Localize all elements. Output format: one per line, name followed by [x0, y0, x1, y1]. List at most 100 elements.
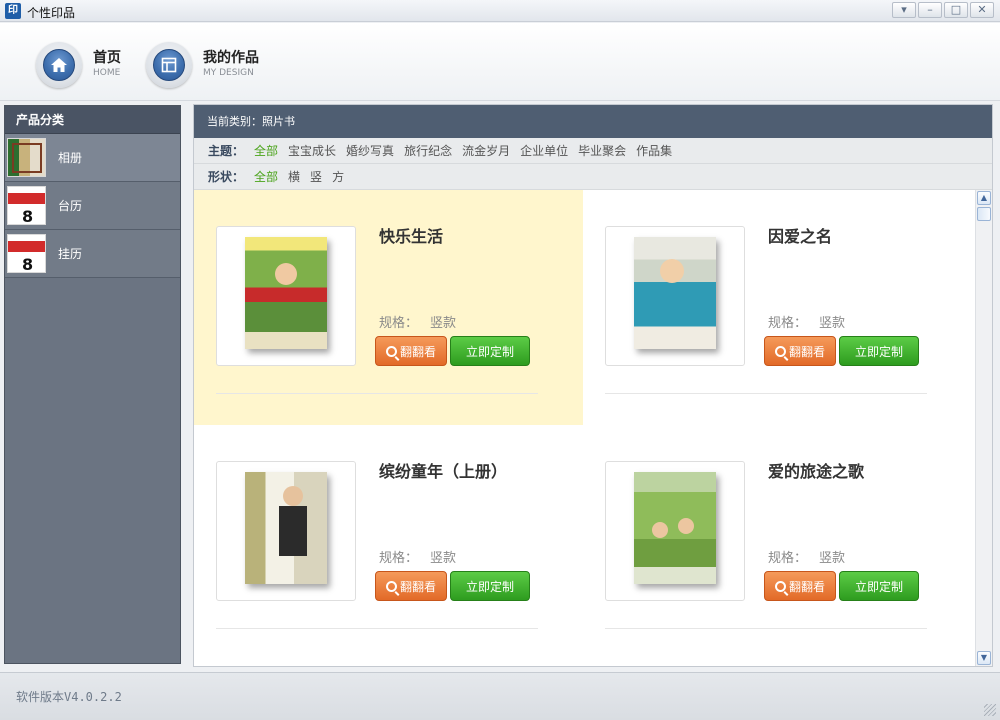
- nav-design-sublabel: MY DESIGN: [203, 67, 254, 78]
- nav-home-sublabel: HOME: [93, 67, 121, 78]
- product-spec: 规格： 竖款: [379, 312, 456, 331]
- resize-grip-icon[interactable]: [984, 704, 996, 716]
- sidebar-title: 产品分类: [5, 106, 180, 134]
- home-icon: [43, 49, 75, 81]
- layout-icon-frame: [146, 42, 192, 88]
- flip-preview-button[interactable]: 翻翻看: [375, 571, 447, 601]
- product-grid: 快乐生活 规格： 竖款 翻翻看 立即定制 因爱之名 规格： 竖款 翻翻看 立即定…: [194, 190, 974, 666]
- vertical-scrollbar[interactable]: ▲ ▼: [975, 190, 992, 666]
- scroll-up-icon[interactable]: ▲: [977, 191, 991, 205]
- divider: [216, 393, 538, 394]
- theme-option[interactable]: 全部: [254, 142, 278, 159]
- app-icon: 印: [5, 3, 21, 19]
- product-spec: 规格： 竖款: [768, 312, 845, 331]
- scroll-down-icon[interactable]: ▼: [977, 651, 991, 665]
- flip-preview-button[interactable]: 翻翻看: [764, 571, 836, 601]
- menu-dropdown-button[interactable]: ▾: [892, 2, 916, 18]
- nav-my-design[interactable]: 我的作品 MY DESIGN: [146, 42, 259, 88]
- book-cover-image[interactable]: [634, 472, 716, 584]
- sidebar-item-label: 相册: [58, 151, 83, 165]
- cover-frame: [605, 226, 745, 366]
- scroll-thumb[interactable]: [977, 207, 991, 221]
- book-cover-image[interactable]: [245, 472, 327, 584]
- shape-filter-title: 形状：: [208, 170, 245, 184]
- magnifier-icon: [385, 345, 397, 357]
- product-card[interactable]: 爱的旅途之歌 规格： 竖款 翻翻看 立即定制: [583, 425, 972, 660]
- spec-value: 竖款: [430, 551, 457, 566]
- product-panel: 当前类别：照片书 主题： 全部 宝宝成长 婚纱写真 旅行纪念 流金岁月 企业单位…: [193, 104, 993, 667]
- customize-now-button[interactable]: 立即定制: [839, 336, 919, 366]
- spec-value: 竖款: [430, 316, 457, 331]
- category-sidebar: 产品分类 相册 8 台历 8 挂历: [4, 105, 181, 664]
- magnifier-icon: [774, 345, 786, 357]
- magnifier-icon: [385, 580, 397, 592]
- shape-option[interactable]: 方: [332, 168, 344, 185]
- wall-calendar-thumbnail: 8: [7, 234, 46, 273]
- nav-design-label: 我的作品: [203, 50, 259, 67]
- theme-option[interactable]: 旅行纪念: [404, 142, 452, 159]
- product-card[interactable]: 缤纷童年（上册） 规格： 竖款 翻翻看 立即定制: [194, 425, 583, 660]
- flip-preview-button[interactable]: 翻翻看: [764, 336, 836, 366]
- theme-option[interactable]: 流金岁月: [462, 142, 510, 159]
- window-title: 个性印品: [27, 6, 76, 20]
- product-card[interactable]: 快乐生活 规格： 竖款 翻翻看 立即定制: [194, 190, 583, 425]
- spec-value: 竖款: [819, 316, 846, 331]
- spec-label: 规格：: [379, 316, 419, 331]
- customize-now-button[interactable]: 立即定制: [839, 571, 919, 601]
- software-version: 软件版本V4.0.2.2: [16, 690, 122, 704]
- flip-label: 翻翻看: [399, 344, 436, 359]
- book-cover-image[interactable]: [634, 237, 716, 349]
- sidebar-item-label: 台历: [58, 199, 83, 213]
- theme-option[interactable]: 毕业聚会: [578, 142, 626, 159]
- flip-label: 翻翻看: [788, 344, 825, 359]
- close-button[interactable]: ✕: [970, 2, 994, 18]
- theme-filter-title: 主题：: [208, 144, 245, 158]
- divider: [605, 628, 927, 629]
- spec-label: 规格：: [379, 551, 419, 566]
- product-card[interactable]: 因爱之名 规格： 竖款 翻翻看 立即定制: [583, 190, 972, 425]
- shape-option[interactable]: 全部: [254, 168, 278, 185]
- product-title: 快乐生活: [379, 227, 444, 246]
- shape-filter: 形状： 全部 横 竖 方: [194, 164, 992, 190]
- book-cover-image[interactable]: [245, 237, 327, 349]
- product-spec: 规格： 竖款: [379, 547, 456, 566]
- layout-icon: [153, 49, 185, 81]
- flip-preview-button[interactable]: 翻翻看: [375, 336, 447, 366]
- nav-home-label: 首页: [93, 50, 121, 67]
- theme-option[interactable]: 作品集: [636, 142, 672, 159]
- theme-option[interactable]: 宝宝成长: [288, 142, 336, 159]
- title-bar: 印 个性印品 ▾ – □ ✕: [0, 0, 1000, 22]
- divider: [216, 628, 538, 629]
- shape-option[interactable]: 横: [288, 168, 300, 185]
- home-icon-frame: [36, 42, 82, 88]
- shape-option[interactable]: 竖: [310, 168, 322, 185]
- divider: [605, 393, 927, 394]
- desk-calendar-thumbnail: 8: [7, 186, 46, 225]
- sidebar-item-label: 挂历: [58, 247, 83, 261]
- customize-now-button[interactable]: 立即定制: [450, 571, 530, 601]
- minimize-button[interactable]: –: [918, 2, 942, 18]
- flip-label: 翻翻看: [788, 579, 825, 594]
- nav-home[interactable]: 首页 HOME: [36, 42, 121, 88]
- sidebar-item-wall-calendar[interactable]: 8 挂历: [5, 230, 180, 278]
- theme-option[interactable]: 婚纱写真: [346, 142, 394, 159]
- magnifier-icon: [774, 580, 786, 592]
- product-title: 因爱之名: [768, 227, 833, 246]
- customize-now-button[interactable]: 立即定制: [450, 336, 530, 366]
- cover-frame: [216, 461, 356, 601]
- spec-value: 竖款: [819, 551, 846, 566]
- sidebar-item-album[interactable]: 相册: [5, 134, 180, 182]
- top-navigation: 首页 HOME 我的作品 MY DESIGN: [0, 23, 1000, 101]
- sidebar-item-desk-calendar[interactable]: 8 台历: [5, 182, 180, 230]
- product-title: 爱的旅途之歌: [768, 462, 865, 481]
- maximize-button[interactable]: □: [944, 2, 968, 18]
- status-bar: 软件版本V4.0.2.2: [0, 672, 1000, 720]
- spec-label: 规格：: [768, 316, 808, 331]
- theme-option[interactable]: 企业单位: [520, 142, 568, 159]
- window-controls: ▾ – □ ✕: [892, 2, 994, 18]
- current-category: 当前类别：照片书: [194, 105, 992, 138]
- flip-label: 翻翻看: [399, 579, 436, 594]
- cover-frame: [216, 226, 356, 366]
- theme-filter: 主题： 全部 宝宝成长 婚纱写真 旅行纪念 流金岁月 企业单位 毕业聚会 作品集: [194, 138, 992, 164]
- spec-label: 规格：: [768, 551, 808, 566]
